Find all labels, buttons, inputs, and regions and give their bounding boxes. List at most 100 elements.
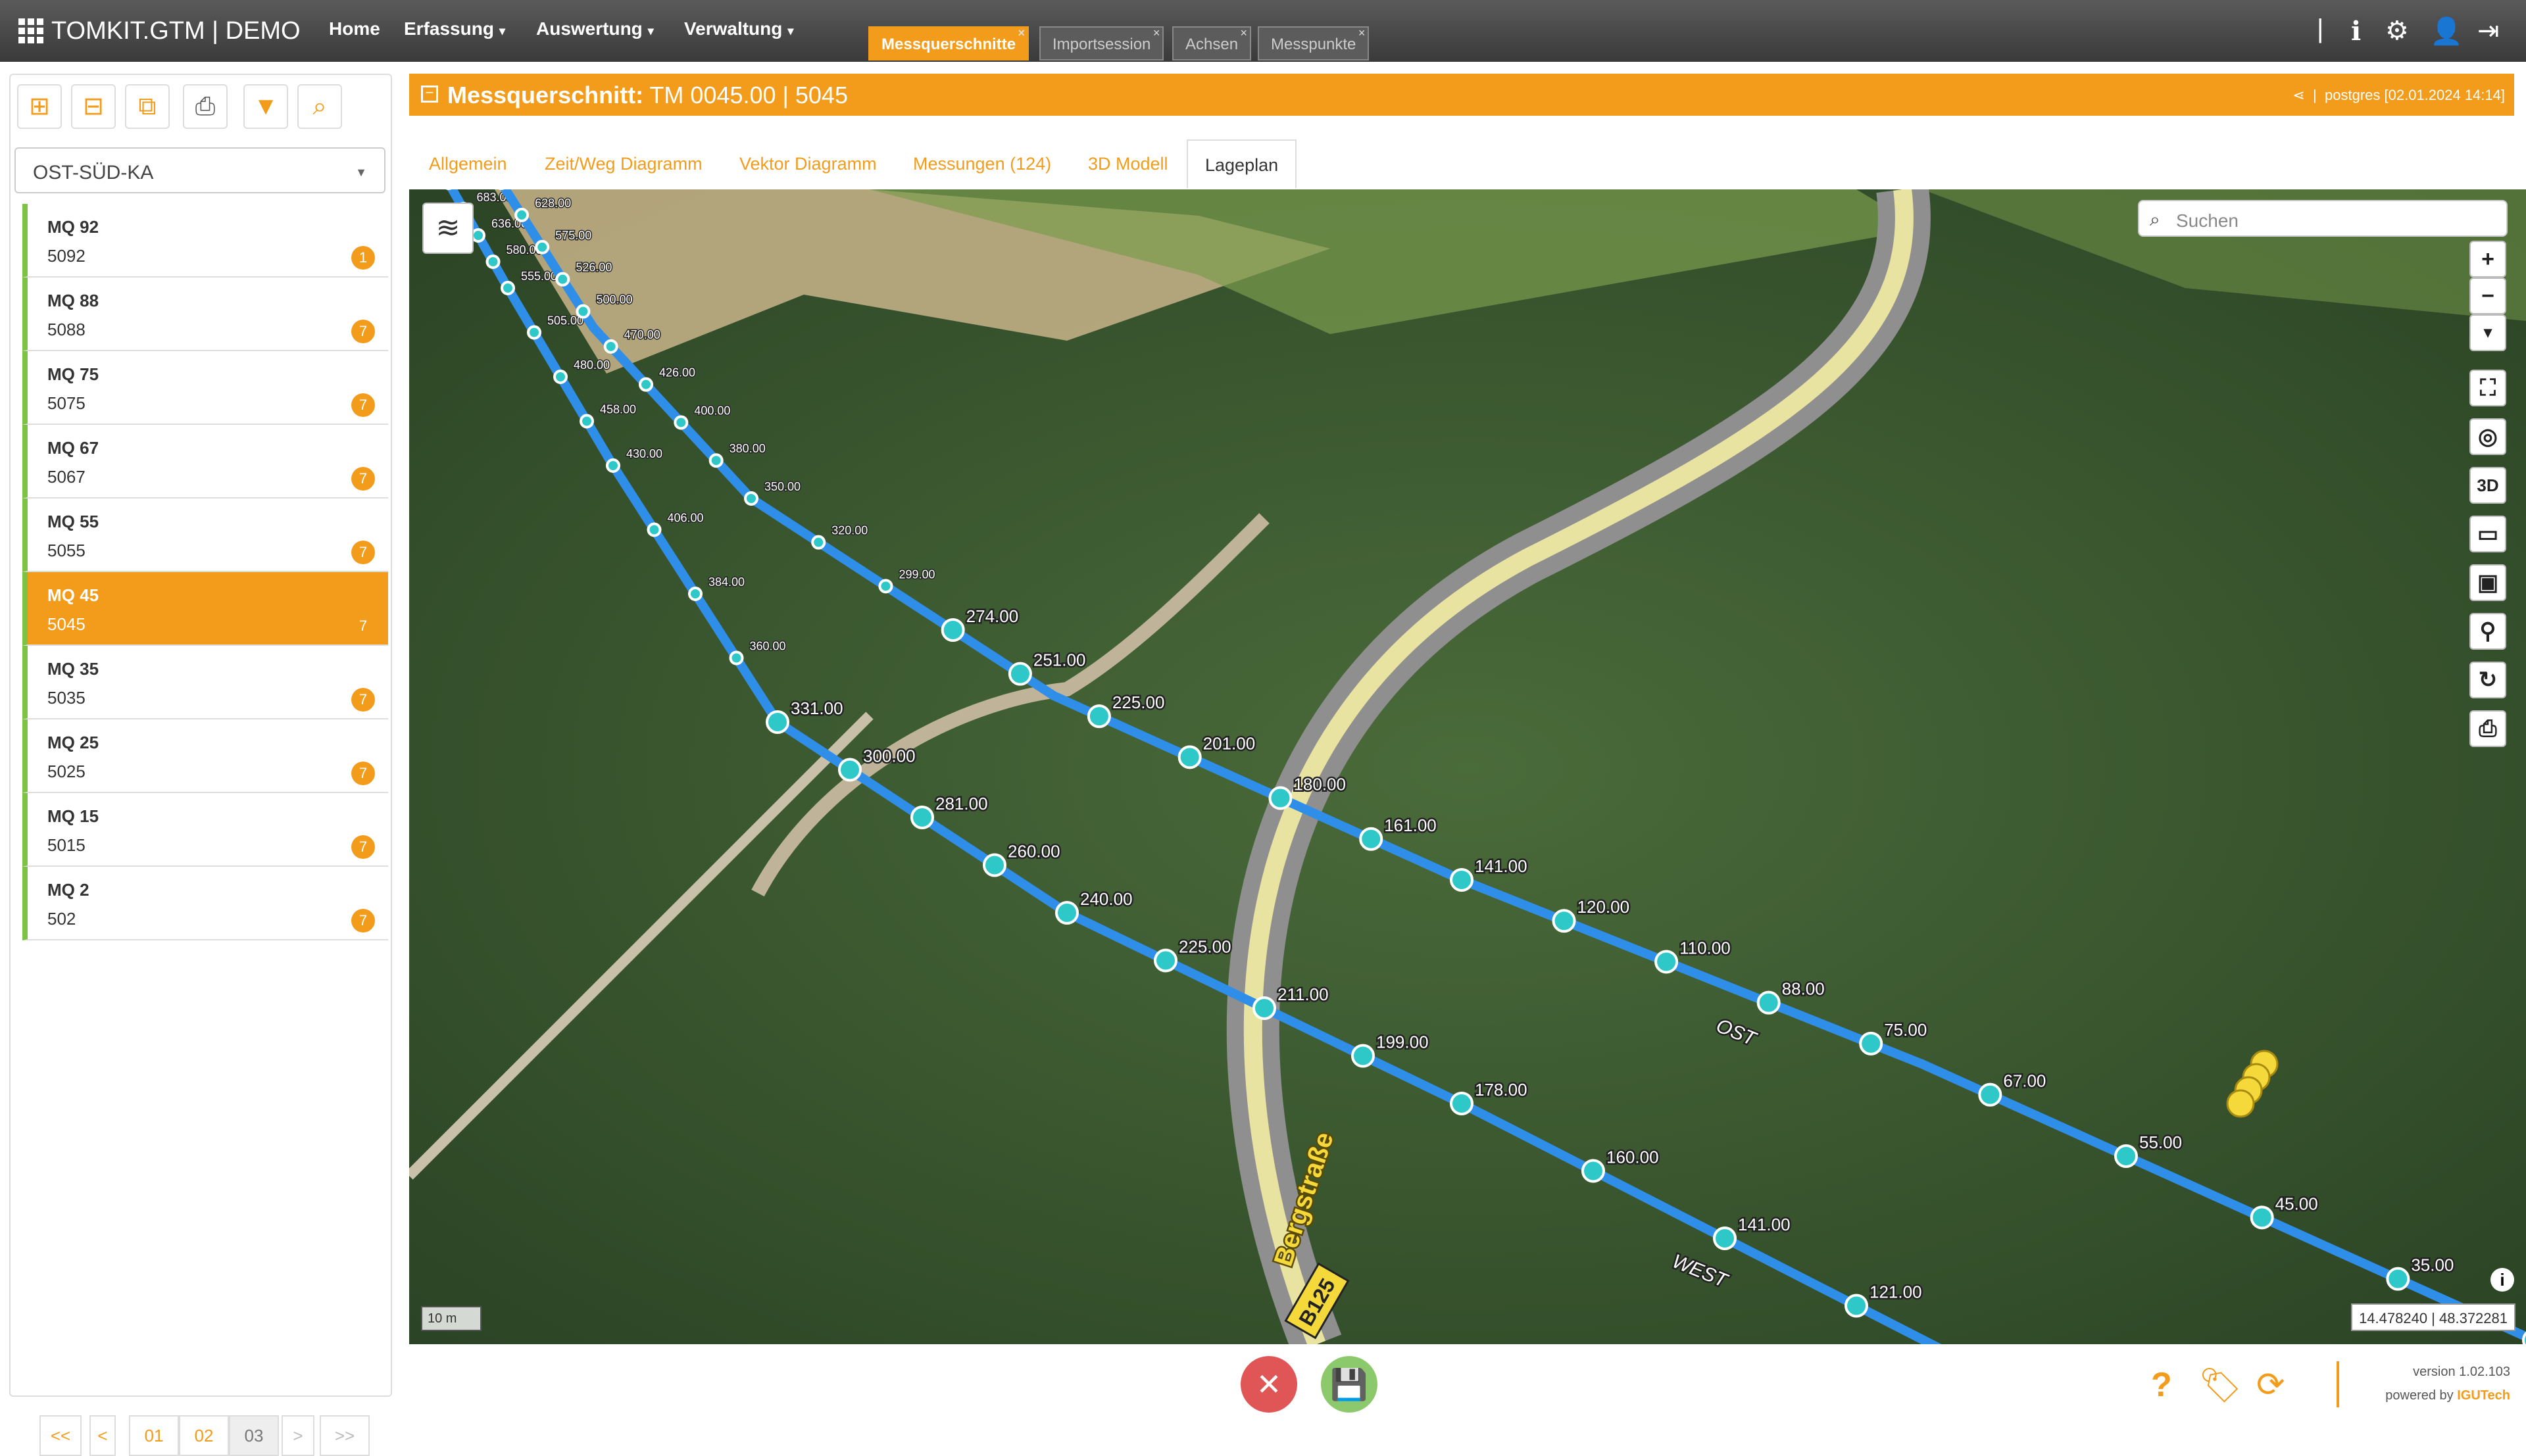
measure-point[interactable] bbox=[1978, 1082, 2002, 1107]
measure-point[interactable] bbox=[688, 587, 703, 601]
measure-point[interactable] bbox=[744, 491, 758, 506]
mq-list-item[interactable]: MQ 92 5092 1 bbox=[22, 204, 388, 278]
measure-point[interactable] bbox=[1450, 1092, 1474, 1115]
tab-messungen[interactable]: Messungen (124) bbox=[896, 139, 1068, 188]
measure-point[interactable] bbox=[1351, 1044, 1375, 1068]
tab-zeit-weg[interactable]: Zeit/Weg Diagramm bbox=[528, 139, 720, 188]
measure-point[interactable] bbox=[647, 522, 662, 537]
close-icon[interactable]: × bbox=[1153, 26, 1160, 40]
measure-point[interactable] bbox=[1450, 868, 1474, 892]
nav-home[interactable]: Home bbox=[329, 18, 380, 39]
measure-point[interactable] bbox=[535, 239, 550, 255]
measure-point[interactable] bbox=[1713, 1226, 1737, 1250]
filter-icon[interactable]: ▼ bbox=[243, 84, 288, 129]
compass-button[interactable]: ▾ bbox=[2469, 314, 2506, 351]
measure-point[interactable] bbox=[1154, 948, 1177, 973]
measure-point[interactable] bbox=[1859, 1031, 1883, 1056]
close-icon[interactable]: × bbox=[1358, 26, 1366, 40]
tab-importsession[interactable]: Importsession × bbox=[1039, 26, 1164, 61]
close-icon[interactable]: × bbox=[1018, 26, 1026, 40]
help-icon[interactable]: ? bbox=[2151, 1365, 2172, 1405]
measure-point[interactable] bbox=[1008, 662, 1032, 686]
measure-point[interactable] bbox=[603, 339, 618, 354]
measure-point[interactable] bbox=[729, 650, 744, 666]
measure-point[interactable] bbox=[1845, 1294, 1868, 1318]
page-03[interactable]: 03 bbox=[229, 1415, 279, 1456]
info-icon[interactable]: i bbox=[2351, 16, 2361, 47]
logout-icon[interactable]: ⇥ bbox=[2477, 16, 2500, 46]
mq-list-item[interactable]: MQ 75 5075 7 bbox=[22, 351, 388, 425]
measure-point[interactable] bbox=[501, 281, 515, 295]
search-icon[interactable]: ⌕ bbox=[297, 84, 342, 129]
close-icon[interactable]: × bbox=[1241, 26, 1248, 40]
apps-grid-icon[interactable] bbox=[18, 18, 43, 43]
measure-point[interactable] bbox=[1756, 990, 1781, 1015]
measure-point[interactable] bbox=[527, 325, 541, 340]
measure-point[interactable] bbox=[1055, 901, 1079, 925]
3d-button[interactable]: 3D bbox=[2469, 467, 2506, 504]
mq-list-item[interactable]: MQ 55 5055 7 bbox=[22, 498, 388, 572]
page-prev[interactable]: < bbox=[89, 1415, 116, 1456]
mq-list-item[interactable]: MQ 2 502 7 bbox=[22, 867, 388, 940]
measure-point[interactable] bbox=[576, 304, 591, 319]
measure-point[interactable] bbox=[485, 255, 501, 269]
measure-point[interactable] bbox=[2114, 1144, 2138, 1168]
mq-list-item[interactable]: MQ 88 5088 7 bbox=[22, 278, 388, 351]
measure-point[interactable] bbox=[838, 758, 862, 782]
map-view[interactable]: BergstraßeB125 730.00683.00636.00580.005… bbox=[409, 189, 2526, 1344]
measure-point[interactable] bbox=[811, 535, 826, 550]
page-next[interactable]: > bbox=[282, 1415, 314, 1456]
page-01[interactable]: 01 bbox=[129, 1415, 179, 1456]
measure-point[interactable] bbox=[2250, 1205, 2274, 1230]
cancel-button[interactable]: ✕ bbox=[1241, 1356, 1297, 1413]
measure-point[interactable] bbox=[941, 618, 965, 642]
measure-point[interactable] bbox=[1654, 950, 1679, 974]
project-select[interactable]: OST-SÜD-KA ▼ bbox=[14, 147, 385, 193]
measure-point[interactable] bbox=[514, 207, 530, 222]
mq-list-item[interactable]: MQ 67 5067 7 bbox=[22, 425, 388, 498]
measure-button[interactable]: ▭ bbox=[2469, 516, 2506, 552]
page-last[interactable]: >> bbox=[320, 1415, 370, 1456]
layers-icon[interactable]: ≋ bbox=[422, 203, 474, 254]
minus-square-icon[interactable]: ⊟ bbox=[71, 84, 116, 129]
map-search-input[interactable]: ⌕ Suchen bbox=[2138, 200, 2508, 237]
measure-point[interactable] bbox=[471, 228, 485, 243]
tab-lageplan[interactable]: Lageplan bbox=[1187, 139, 1297, 188]
measure-point[interactable] bbox=[983, 853, 1006, 877]
measure-point[interactable] bbox=[1087, 704, 1111, 729]
measure-point[interactable] bbox=[910, 806, 934, 829]
measure-point[interactable] bbox=[1177, 745, 1202, 769]
tab-vektor[interactable]: Vektor Diagramm bbox=[722, 139, 894, 188]
share-icon[interactable]: ⋖ bbox=[2292, 87, 2309, 103]
copy-icon[interactable]: ⧉ bbox=[125, 84, 170, 129]
tab-achsen[interactable]: Achsen × bbox=[1172, 26, 1252, 61]
zoom-in-button[interactable]: + bbox=[2469, 241, 2506, 278]
measure-point[interactable] bbox=[639, 377, 653, 392]
measure-point[interactable] bbox=[708, 453, 724, 468]
fullscreen-button[interactable]: ⛶ bbox=[2469, 370, 2506, 406]
mq-list-item[interactable]: MQ 25 5025 7 bbox=[22, 719, 388, 793]
measure-point[interactable] bbox=[555, 272, 570, 287]
measure-point[interactable] bbox=[766, 710, 789, 734]
tab-allgemein[interactable]: Allgemein bbox=[412, 139, 524, 188]
nav-auswertung[interactable]: Auswertung ▾ bbox=[536, 18, 654, 39]
gear-icon[interactable]: ⚙ bbox=[2385, 16, 2409, 46]
measure-point[interactable] bbox=[553, 370, 568, 384]
user-icon[interactable]: 👤 bbox=[2430, 16, 2463, 47]
collapse-icon[interactable]: − bbox=[421, 85, 438, 103]
app-brand[interactable]: TOMKIT.GTM | DEMO bbox=[18, 16, 301, 46]
zoom-out-button[interactable]: − bbox=[2469, 278, 2506, 314]
tab-messpunkte[interactable]: Messpunkte × bbox=[1258, 26, 1370, 61]
mq-list-item[interactable]: MQ 15 5015 7 bbox=[22, 793, 388, 867]
marker-pin[interactable] bbox=[2226, 1089, 2255, 1118]
map-canvas[interactable]: BergstraßeB125 730.00683.00636.00580.005… bbox=[409, 189, 2526, 1344]
sync-icon[interactable]: ⟳ bbox=[2256, 1365, 2285, 1405]
save-button[interactable]: 💾 bbox=[1321, 1356, 1377, 1413]
area-button[interactable]: ▣ bbox=[2469, 564, 2506, 601]
pin-button[interactable]: ⚲ bbox=[2469, 613, 2506, 650]
locate-button[interactable]: ◎ bbox=[2469, 418, 2506, 455]
info-icon[interactable]: i bbox=[2490, 1268, 2514, 1292]
measure-point[interactable] bbox=[1359, 827, 1383, 851]
print-icon[interactable]: ⎙ bbox=[183, 84, 228, 129]
measure-point[interactable] bbox=[878, 579, 893, 594]
